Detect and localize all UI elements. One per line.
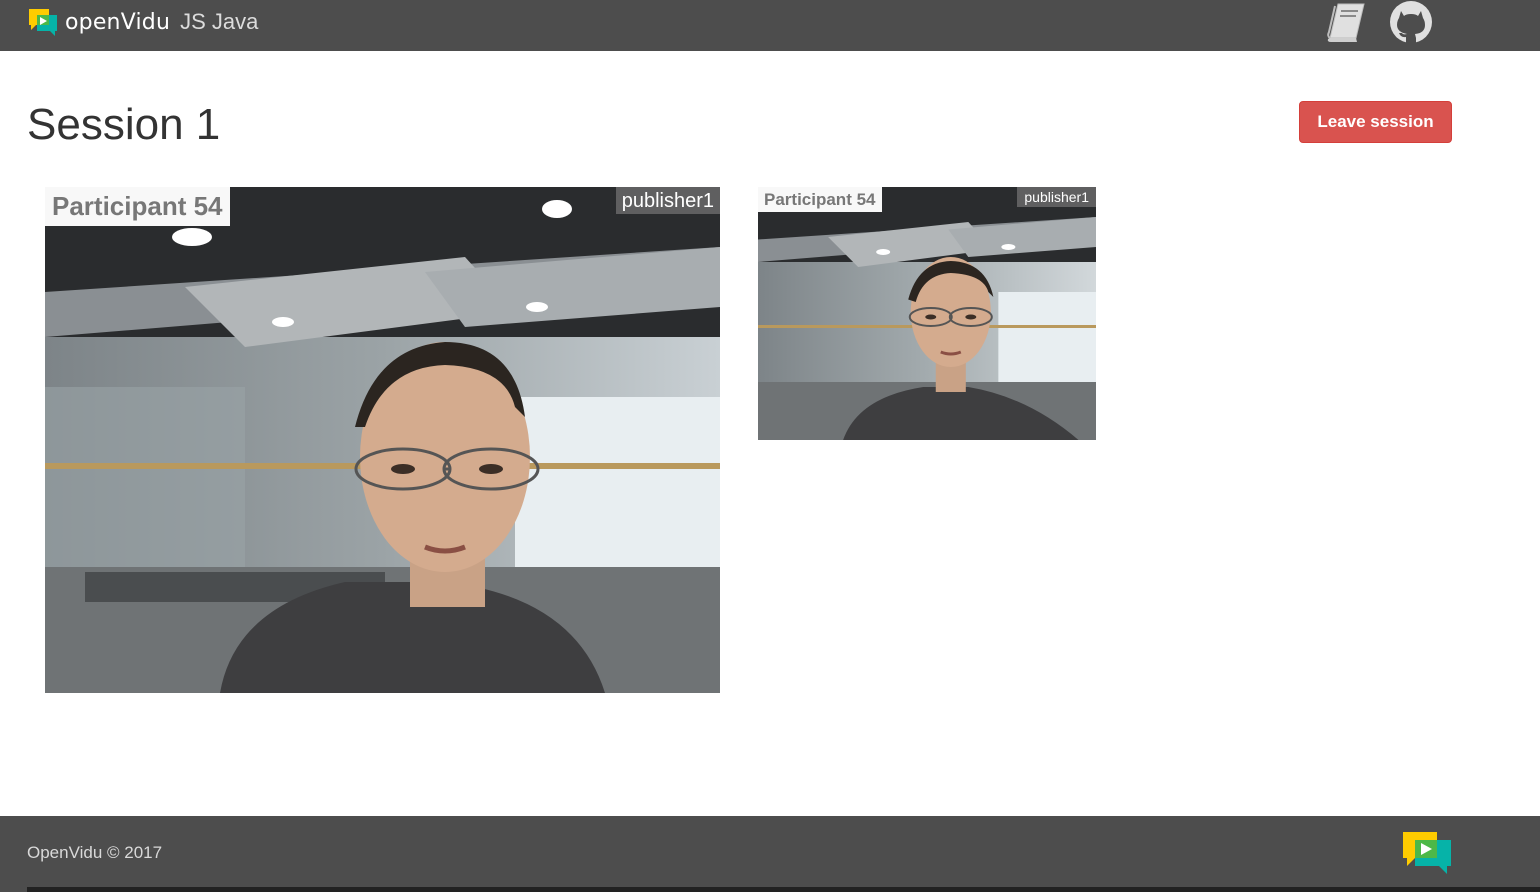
footer-copyright: OpenVidu © 2017 — [27, 843, 163, 862]
brand-subtitle: JS Java — [180, 9, 259, 34]
openvidu-logo-icon — [1403, 832, 1451, 874]
video-feed-image — [45, 187, 720, 693]
navbar: openVidu JS Java — [0, 0, 1540, 51]
thumbnail-video[interactable]: Participant 54 publisher1 — [758, 187, 1096, 440]
participant-name-label: Participant 54 — [45, 187, 230, 226]
video-feed-image — [758, 187, 1096, 440]
github-link[interactable] — [1387, 0, 1435, 44]
session-title: Session 1 — [27, 100, 221, 149]
brand-name: openVidu — [65, 9, 171, 35]
main-video[interactable]: Participant 54 publisher1 — [45, 187, 720, 693]
bottom-bar — [27, 887, 1540, 892]
github-icon — [1390, 1, 1432, 43]
docs-link[interactable] — [1322, 0, 1370, 44]
stream-id-label: publisher1 — [615, 187, 720, 214]
book-icon — [1327, 3, 1365, 42]
leave-session-button[interactable]: Leave session — [1299, 101, 1452, 143]
stream-id-label: publisher1 — [1017, 187, 1096, 207]
footer: OpenVidu © 2017 — [0, 816, 1540, 892]
openvidu-logo-icon — [29, 9, 57, 36]
brand-link[interactable]: openVidu JS Java — [27, 6, 258, 38]
participant-name-label: Participant 54 — [758, 187, 882, 212]
